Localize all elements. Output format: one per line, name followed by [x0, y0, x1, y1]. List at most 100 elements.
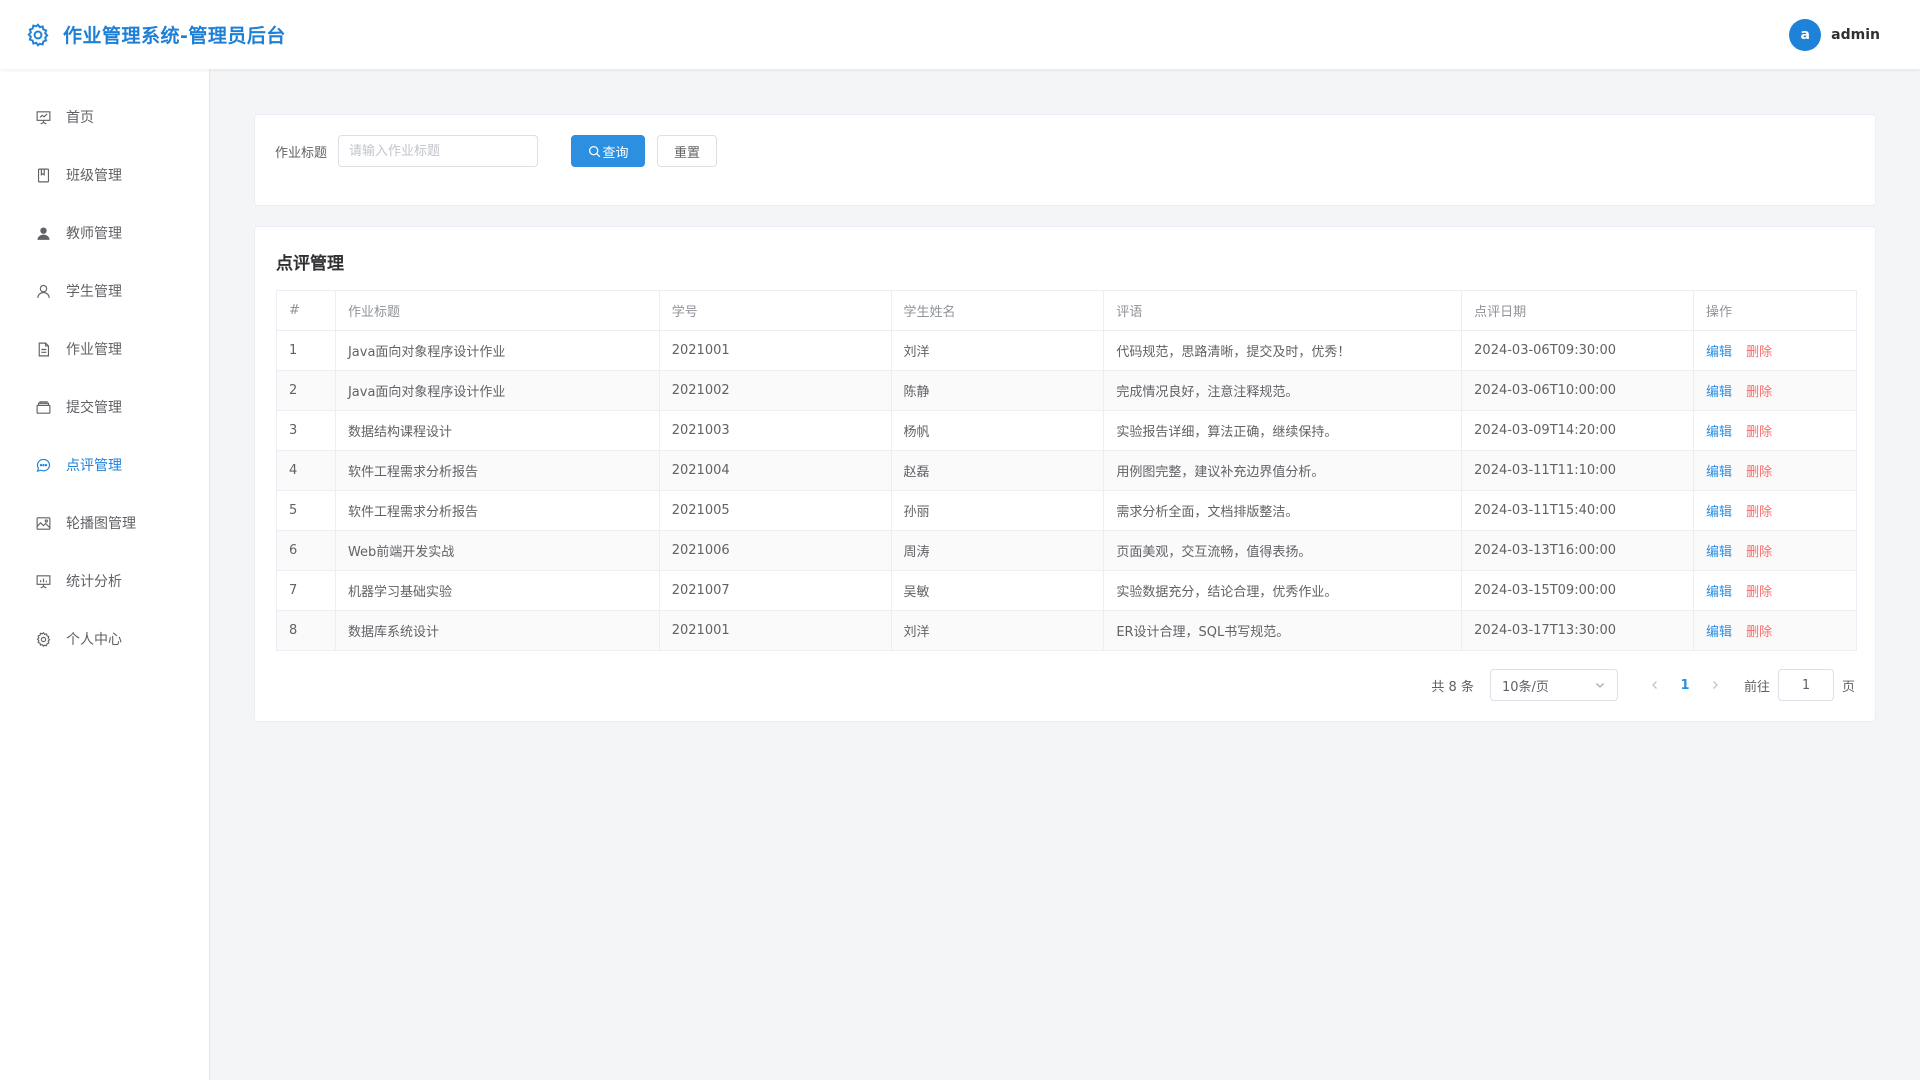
edit-link[interactable]: 编辑: [1706, 505, 1732, 520]
chevron-left-icon: [1652, 681, 1657, 689]
cell-student-name: 吴敏: [890, 570, 1105, 611]
cell-comment: 代码规范，思路清晰，提交及时，优秀！: [1103, 330, 1463, 371]
document-icon: [38, 342, 50, 356]
cell-student-id: 2021001: [658, 330, 892, 371]
delete-link[interactable]: 删除: [1746, 505, 1772, 520]
review-table-panel: 点评管理 # 作业标题 学号 学生姓名 评语 点评日期 操作 1 Java面向对…: [254, 226, 1876, 722]
next-page-button[interactable]: [1700, 680, 1730, 690]
cell-student-name: 孙丽: [890, 490, 1105, 531]
cell-comment: 实验数据充分，结论合理，优秀作业。: [1103, 570, 1463, 611]
sidebar-item-label: 首页: [66, 110, 94, 126]
prev-page-button[interactable]: [1640, 680, 1670, 690]
app-title: 作业管理系统-管理员后台: [63, 25, 286, 47]
cell-index: 7: [276, 570, 336, 611]
cell-comment: 完成情况良好，注意注释规范。: [1103, 370, 1463, 411]
search-icon: [588, 145, 600, 157]
chevron-right-icon: [1713, 681, 1718, 689]
review-table: # 作业标题 学号 学生姓名 评语 点评日期 操作 1 Java面向对象程序设计…: [276, 290, 1857, 651]
sidebar-item-label: 点评管理: [66, 458, 122, 474]
table-row: 6 Web前端开发实战 2021006 周涛 页面美观，交互流畅，值得表扬。 2…: [276, 530, 1857, 571]
cell-comment: ER设计合理，SQL书写规范。: [1103, 610, 1463, 651]
edit-link[interactable]: 编辑: [1706, 625, 1732, 640]
goto-suffix: 页: [1841, 679, 1855, 695]
sidebar-item-homework[interactable]: 作业管理: [0, 320, 209, 378]
delete-link[interactable]: 删除: [1746, 345, 1772, 360]
cell-actions: 编辑 删除: [1693, 490, 1857, 531]
sidebar-item-label: 轮播图管理: [66, 516, 136, 532]
sidebar-item-profile[interactable]: 个人中心: [0, 610, 209, 668]
cell-index: 6: [276, 530, 336, 571]
cell-homework-title: Java面向对象程序设计作业: [334, 330, 660, 371]
cell-actions: 编辑 删除: [1693, 610, 1857, 651]
sidebar-item-label: 教师管理: [66, 226, 122, 242]
user-icon: [37, 284, 50, 298]
cell-review-date: 2024-03-11T11:10:00: [1461, 450, 1695, 491]
delete-link[interactable]: 删除: [1746, 585, 1772, 600]
page-number[interactable]: 1: [1670, 678, 1700, 693]
column-header: 点评日期: [1461, 290, 1695, 331]
notebook-icon: [37, 168, 50, 182]
cell-homework-title: Java面向对象程序设计作业: [334, 370, 660, 411]
section-title: 点评管理: [276, 254, 344, 274]
chevron-down-icon: [1596, 683, 1604, 688]
edit-link[interactable]: 编辑: [1706, 345, 1732, 360]
cell-homework-title: 机器学习基础实验: [334, 570, 660, 611]
sidebar-item-teachers[interactable]: 教师管理: [0, 204, 209, 262]
goto-page-input[interactable]: [1777, 669, 1834, 701]
avatar[interactable]: a: [1789, 18, 1822, 51]
edit-link[interactable]: 编辑: [1706, 545, 1732, 560]
sidebar-item-reviews[interactable]: 点评管理: [0, 436, 209, 494]
total-count: 共 8 条: [1431, 679, 1474, 695]
user-menu[interactable]: a admin: [1789, 18, 1880, 51]
sidebar: 首页 班级管理 教师管理 学生管理 作业管理 提交管理 点评管理 轮播图管理 统…: [0, 69, 210, 1080]
reset-button[interactable]: 重置: [657, 135, 718, 167]
cell-review-date: 2024-03-15T09:00:00: [1461, 570, 1695, 611]
sidebar-item-students[interactable]: 学生管理: [0, 262, 209, 320]
table-row: 1 Java面向对象程序设计作业 2021001 刘洋 代码规范，思路清晰，提交…: [276, 330, 1857, 371]
cell-index: 2: [276, 370, 336, 411]
cell-actions: 编辑 删除: [1693, 450, 1857, 491]
page-size-value: 10条/页: [1501, 679, 1549, 695]
cell-student-name: 刘洋: [890, 610, 1105, 651]
box-icon: [36, 400, 51, 414]
edit-link[interactable]: 编辑: [1706, 585, 1732, 600]
delete-link[interactable]: 删除: [1746, 385, 1772, 400]
query-button[interactable]: 查询: [571, 135, 646, 167]
cell-index: 1: [276, 330, 336, 371]
delete-link[interactable]: 删除: [1746, 625, 1772, 640]
sidebar-item-home[interactable]: 首页: [0, 88, 209, 146]
username[interactable]: admin: [1831, 27, 1880, 43]
presentation-icon: [36, 110, 51, 124]
sidebar-item-statistics[interactable]: 统计分析: [0, 552, 209, 610]
cell-index: 4: [276, 450, 336, 491]
cell-actions: 编辑 删除: [1693, 410, 1857, 451]
cell-actions: 编辑 删除: [1693, 570, 1857, 611]
cell-index: 3: [276, 410, 336, 451]
delete-link[interactable]: 删除: [1746, 425, 1772, 440]
homework-title-input[interactable]: [338, 135, 539, 167]
page-size-select[interactable]: 10条/页: [1489, 669, 1618, 701]
pagination: 共 8 条 10条/页 1 前往 页: [1431, 669, 1855, 701]
cell-homework-title: 数据结构课程设计: [334, 410, 660, 451]
cell-student-name: 杨帆: [890, 410, 1105, 451]
column-header: 操作: [1693, 290, 1857, 331]
search-row: 作业标题 查询 重置: [275, 135, 718, 167]
cell-review-date: 2024-03-06T09:30:00: [1461, 330, 1695, 371]
brand: 作业管理系统-管理员后台: [25, 21, 286, 48]
edit-link[interactable]: 编辑: [1706, 425, 1732, 440]
delete-link[interactable]: 删除: [1746, 545, 1772, 560]
cell-comment: 用例图完整，建议补充边界值分析。: [1103, 450, 1463, 491]
delete-link[interactable]: 删除: [1746, 465, 1772, 480]
sidebar-item-carousel[interactable]: 轮播图管理: [0, 494, 209, 552]
sidebar-item-label: 提交管理: [66, 400, 122, 416]
query-button-label: 查询: [602, 145, 629, 161]
cell-comment: 页面美观，交互流畅，值得表扬。: [1103, 530, 1463, 571]
gear-icon: [36, 631, 51, 647]
edit-link[interactable]: 编辑: [1706, 465, 1732, 480]
sidebar-item-label: 作业管理: [66, 342, 122, 358]
sidebar-item-classes[interactable]: 班级管理: [0, 146, 209, 204]
edit-link[interactable]: 编辑: [1706, 385, 1732, 400]
sidebar-item-submissions[interactable]: 提交管理: [0, 378, 209, 436]
table-row: 3 数据结构课程设计 2021003 杨帆 实验报告详细，算法正确，继续保持。 …: [276, 410, 1857, 451]
cell-review-date: 2024-03-17T13:30:00: [1461, 610, 1695, 651]
